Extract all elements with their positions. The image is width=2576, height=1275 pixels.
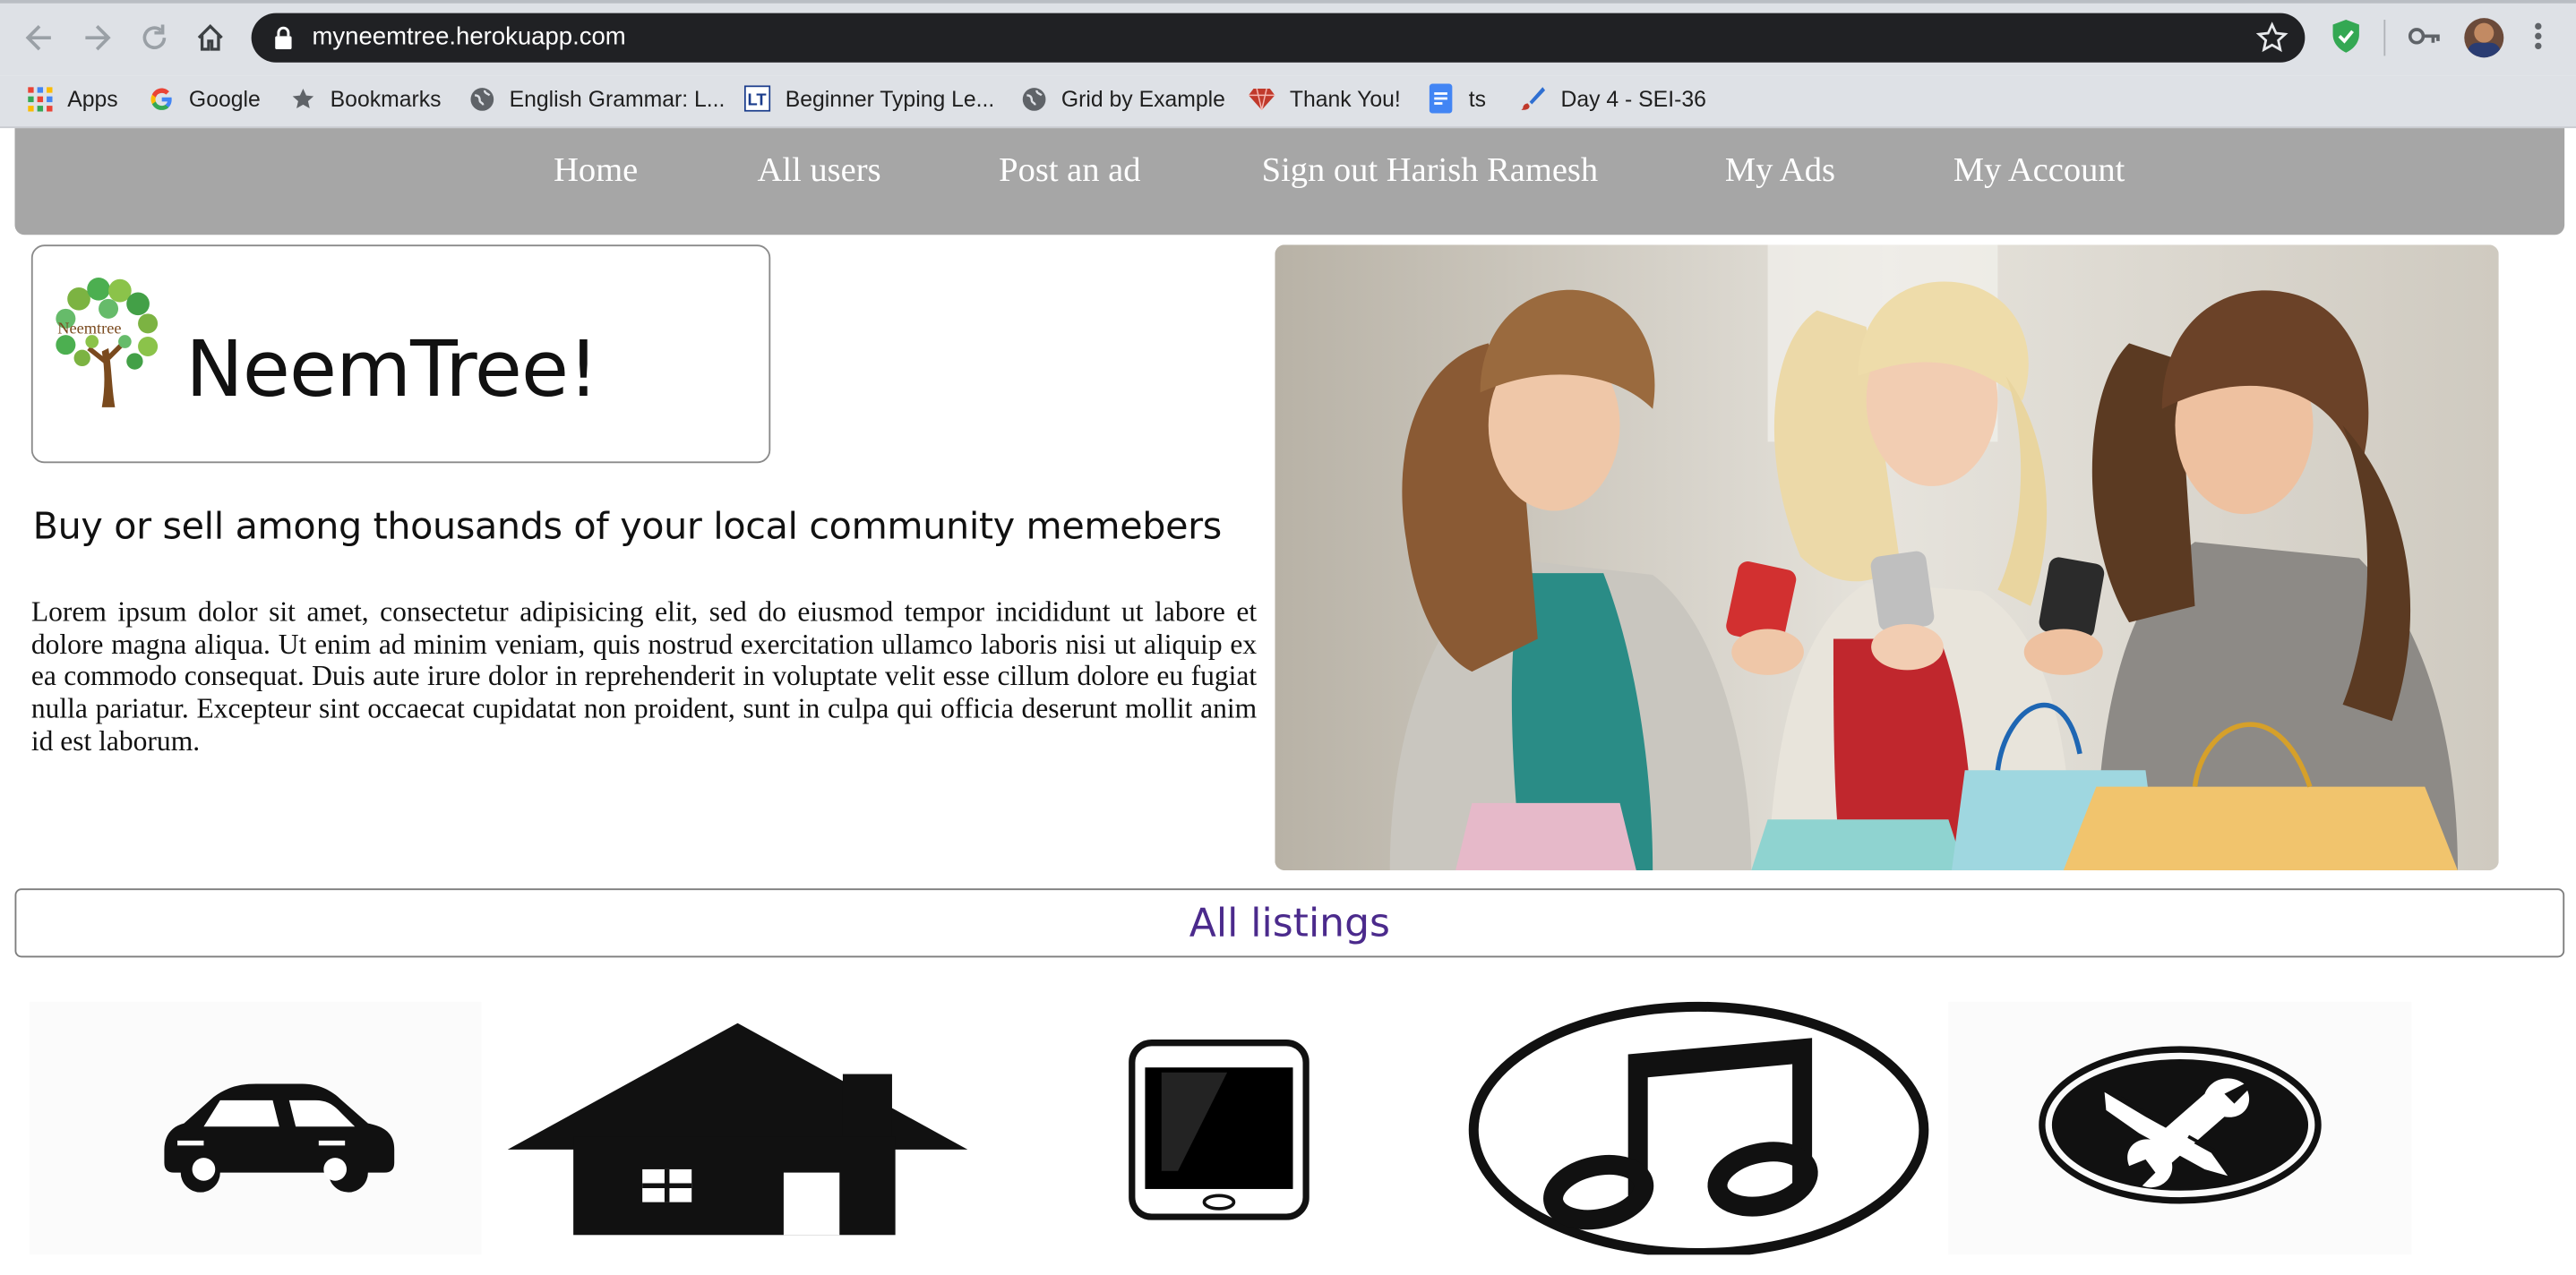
lt-logo-icon: LT <box>743 85 771 112</box>
bookmark-label: Thank You! <box>1289 86 1401 111</box>
toolbar-divider <box>2383 20 2386 56</box>
avatar[interactable] <box>2464 18 2504 58</box>
address-bar[interactable]: myneemtree.herokuapp.com <box>251 13 2306 63</box>
hero-shopping-image <box>1275 244 2499 871</box>
bookmark-day-4[interactable]: Day 4 - SEI-36 <box>1520 81 1706 116</box>
bookmark-label: Beginner Typing Le... <box>785 86 995 111</box>
bookmark-google[interactable]: Google <box>148 81 261 116</box>
nav-post-ad-link[interactable]: Post an ad <box>999 150 1140 191</box>
bookmark-label: English Grammar: L... <box>509 86 726 111</box>
tab-strip <box>0 0 2576 4</box>
brush-icon <box>1520 85 1546 111</box>
category-real-estate[interactable] <box>507 1018 968 1238</box>
hero-tagline: Buy or sell among thousands of your loca… <box>32 505 1223 549</box>
category-music[interactable] <box>1467 998 1930 1258</box>
bookmark-grid-by-example[interactable]: Grid by Example <box>1020 81 1225 116</box>
bookmark-label: Grid by Example <box>1060 86 1225 111</box>
gem-icon <box>1248 85 1275 111</box>
key-icon[interactable] <box>2408 23 2442 49</box>
house-icon <box>507 1023 968 1236</box>
globe-icon <box>468 85 494 111</box>
apps-grid-icon <box>26 85 52 111</box>
car-icon <box>164 1083 395 1193</box>
globe-icon <box>1020 85 1046 111</box>
bookmark-label: Google <box>188 86 261 111</box>
bookmark-label: Day 4 - SEI-36 <box>1560 86 1706 111</box>
reload-icon[interactable] <box>136 20 172 56</box>
bookmark-ts[interactable]: ts <box>1428 81 1486 116</box>
google-g-icon <box>148 85 174 111</box>
bookmark-beginner-typing[interactable]: LT Beginner Typing Le... <box>743 81 995 116</box>
all-listings-header[interactable]: All listings <box>14 888 2565 958</box>
home-icon[interactable] <box>193 20 228 56</box>
nav-all-users-link[interactable]: All users <box>758 150 881 191</box>
lock-icon[interactable] <box>274 26 292 50</box>
shield-extension-icon[interactable] <box>2330 18 2363 54</box>
tools-icon <box>2039 1046 2322 1204</box>
bookmarks-bar: Apps Google Bookmarks English Grammar: L… <box>0 75 2576 129</box>
bookmark-label: ts <box>1468 86 1487 111</box>
bookmark-star-icon[interactable] <box>2255 21 2288 55</box>
bookmark-label: Apps <box>67 86 118 111</box>
nav-sign-out-link[interactable]: Sign out Harish Ramesh <box>1262 150 1599 191</box>
neem-tree-logo-icon <box>56 277 159 407</box>
phone-icon <box>1129 1040 1309 1220</box>
svg-text:LT: LT <box>748 90 767 108</box>
url-text[interactable]: myneemtree.herokuapp.com <box>312 23 625 51</box>
brand-logo-box[interactable]: Neemtree NeemTree! <box>30 244 771 464</box>
all-listings-title: All listings <box>1189 900 1390 946</box>
category-electronics[interactable] <box>1129 1040 1309 1220</box>
bookmark-bookmarks[interactable]: Bookmarks <box>289 81 442 116</box>
nav-my-account-link[interactable]: My Account <box>1953 150 2125 191</box>
nav-my-ads-link[interactable]: My Ads <box>1725 150 1835 191</box>
site-navbar: Home All users Post an ad Sign out Haris… <box>14 128 2565 235</box>
logo-caption: Neemtree <box>57 320 122 338</box>
back-icon[interactable] <box>21 20 57 56</box>
star-icon <box>289 85 315 111</box>
docs-icon <box>1428 83 1454 114</box>
category-services[interactable] <box>1948 1001 2412 1255</box>
bookmark-label: Bookmarks <box>330 86 442 111</box>
bookmark-english-grammar[interactable]: English Grammar: L... <box>468 81 726 116</box>
hero-description: Lorem ipsum dolor sit amet, consectetur … <box>30 595 1258 757</box>
bookmark-apps[interactable]: Apps <box>26 81 118 116</box>
nav-home-link[interactable]: Home <box>554 150 638 191</box>
bookmark-thank-you[interactable]: Thank You! <box>1248 81 1401 116</box>
browser-toolbar: myneemtree.herokuapp.com <box>0 0 2576 76</box>
category-cars[interactable] <box>30 1001 482 1255</box>
forward-icon[interactable] <box>79 20 115 56</box>
music-icon <box>1468 1001 1929 1258</box>
brand-name: NeemTree! <box>185 325 598 416</box>
menu-kebab-icon[interactable] <box>2527 18 2550 54</box>
